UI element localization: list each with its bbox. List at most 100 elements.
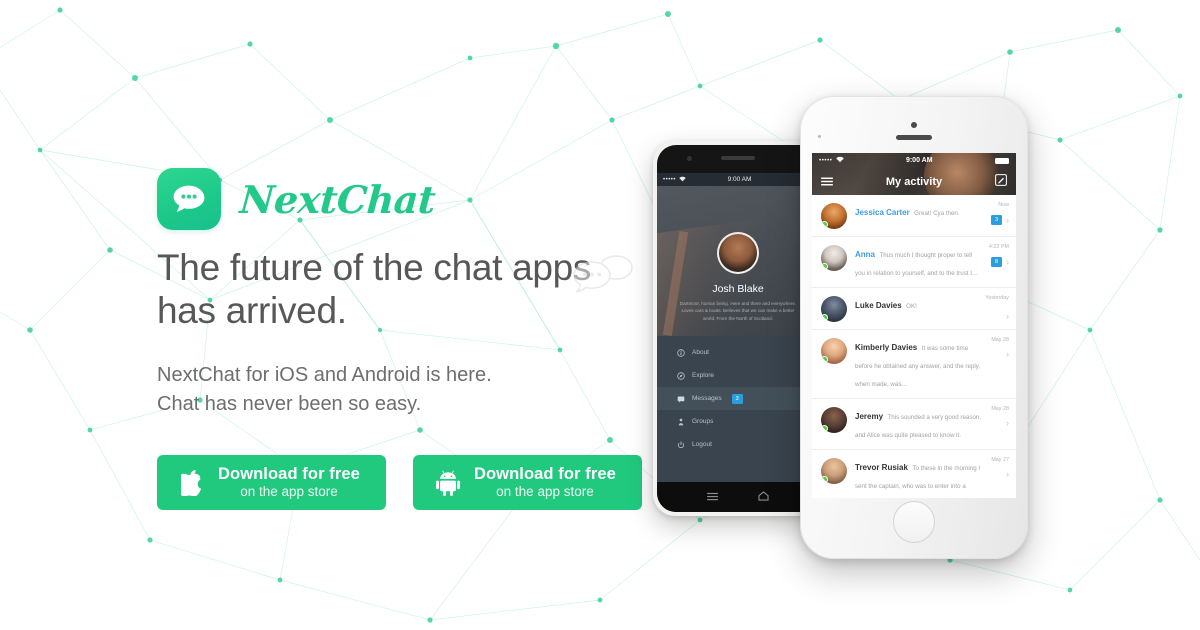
bio-line-2: Loves cars & boats. Believes that we can…	[681, 308, 795, 314]
hero-landing-page: NextChat The future of the chat apps has…	[0, 0, 1200, 630]
iphone-mockup: ••••• 9:00 AM My activity Jessica Carter…	[800, 96, 1028, 559]
avatar	[821, 407, 847, 433]
android-status-bar: ••••• 9:00 AM	[657, 173, 819, 186]
download-ios-subtitle: on the app store	[240, 484, 338, 500]
row-accessories: 3 ›	[991, 215, 1009, 225]
brand-row: NextChat	[157, 168, 677, 230]
download-android-subtitle: on the app store	[496, 484, 594, 500]
chat-bubble-icon	[173, 185, 205, 212]
contact-name: Trevor Rusiak	[855, 463, 908, 472]
bio-line-3: world. From the North of Scotland.	[703, 315, 773, 321]
android-top-bezel	[657, 145, 819, 173]
android-icon	[435, 470, 461, 496]
contact-name: Jessica Carter	[855, 208, 910, 217]
android-phone-body: ••••• 9:00 AM Josh Blake Dartmoor, human…	[657, 145, 819, 512]
avatar	[821, 338, 847, 364]
android-earpiece-speaker	[721, 156, 755, 160]
list-item[interactable]: Luke Davies OK! Yesterday ›	[812, 288, 1016, 330]
row-accessories: ›	[1006, 419, 1009, 428]
brand-wordmark: NextChat	[238, 176, 437, 222]
android-menu-item-messages[interactable]: Messages 3	[657, 387, 819, 410]
android-menu-label-logout: Logout	[692, 441, 712, 448]
list-item[interactable]: Jessica Carter Great! Cya then. Now 3 ›	[812, 195, 1016, 237]
double-speech-bubble-icon	[573, 255, 633, 293]
download-android-button[interactable]: Download for free on the app store	[412, 455, 642, 510]
message-timestamp: May 28	[991, 337, 1009, 343]
message-text: Trevor Rusiak To these in the morning I …	[855, 457, 1008, 498]
contact-name: Luke Davies	[855, 301, 902, 310]
android-wifi-icon	[679, 176, 686, 184]
chevron-right-icon: ›	[1006, 214, 1009, 225]
headline-line-1: The future of the chat apps	[157, 247, 592, 288]
power-icon	[677, 441, 692, 449]
bio-line-1: Dartmoor, human being. Here and there an…	[679, 301, 797, 306]
android-menu-item-logout[interactable]: Logout	[657, 433, 819, 456]
android-phone-mockup: ••••• 9:00 AM Josh Blake Dartmoor, human…	[653, 141, 823, 516]
compose-icon[interactable]	[995, 173, 1007, 191]
android-nav-menu: About Explore Messages 3 Groups Logout	[657, 336, 819, 482]
iphone-sensor-icon	[818, 135, 821, 138]
status-badge: 3	[991, 215, 1002, 225]
message-icon	[677, 395, 692, 403]
android-menu-item-about[interactable]: About	[657, 341, 819, 364]
message-timestamp: Yesterday	[985, 295, 1009, 301]
iphone-screen: ••••• 9:00 AM My activity Jessica Carter…	[812, 153, 1016, 498]
list-item[interactable]: Trevor Rusiak To these in the morning I …	[812, 450, 1016, 498]
avatar	[821, 245, 847, 271]
group-icon	[677, 418, 692, 426]
chevron-right-icon: ›	[1006, 311, 1009, 321]
download-android-title: Download for free	[473, 464, 616, 483]
android-menu-label-explore: Explore	[692, 372, 715, 379]
contact-name: Anna	[855, 250, 875, 259]
android-menu-item-explore[interactable]: Explore	[657, 364, 819, 387]
menu-icon[interactable]	[707, 488, 718, 506]
compass-icon	[677, 371, 692, 380]
subtext-line-2: Chat has never been so easy.	[157, 393, 422, 415]
info-icon	[677, 348, 692, 357]
android-menu-label-groups: Groups	[692, 418, 714, 425]
android-profile-name: Josh Blake	[712, 283, 764, 295]
android-profile-bio: Dartmoor, human being. Here and there an…	[667, 300, 809, 322]
contact-name: Jeremy	[855, 412, 884, 421]
iphone-wifi-icon	[835, 156, 844, 165]
download-ios-labels: Download for free on the app store	[218, 465, 360, 500]
iphone-home-button[interactable]	[893, 501, 935, 543]
message-timestamp: 4:22 PM	[988, 244, 1009, 250]
apple-icon	[179, 469, 205, 496]
battery-full-icon	[995, 157, 1009, 164]
subtext-line-1: NextChat for iOS and Android is here.	[157, 364, 492, 386]
message-list[interactable]: Jessica Carter Great! Cya then. Now 3 › …	[812, 195, 1016, 498]
list-item[interactable]: Anna Thus much I thought proper to tell …	[812, 237, 1016, 288]
android-profile-avatar	[717, 232, 759, 274]
row-accessories: 8 ›	[991, 257, 1009, 267]
iphone-earpiece-speaker	[896, 135, 932, 140]
message-preview: Great! Cya then.	[914, 210, 960, 217]
android-screen: ••••• 9:00 AM Josh Blake Dartmoor, human…	[657, 173, 819, 482]
chevron-right-icon: ›	[1006, 418, 1009, 428]
row-accessories: ›	[1006, 312, 1009, 321]
iphone-status-bar: ••••• 9:00 AM	[812, 153, 1016, 168]
hamburger-icon[interactable]	[821, 173, 833, 191]
message-timestamp: May 27	[991, 457, 1009, 463]
list-item[interactable]: Kimberly Davies It was some time before …	[812, 330, 1016, 399]
avatar	[821, 203, 847, 229]
android-signal-icon: •••••	[663, 176, 677, 183]
message-text: Anna Thus much I thought proper to tell …	[855, 244, 1008, 280]
avatar	[821, 296, 847, 322]
list-item[interactable]: Jeremy This sounded a very good reason, …	[812, 399, 1016, 450]
message-preview: OK!	[906, 303, 917, 310]
row-accessories: ›	[1006, 350, 1009, 359]
message-timestamp: May 28	[991, 406, 1009, 412]
home-icon[interactable]	[758, 488, 769, 506]
iphone-app-header: ••••• 9:00 AM My activity	[812, 153, 1016, 195]
android-navigation-bar	[657, 482, 819, 512]
android-menu-item-groups[interactable]: Groups	[657, 410, 819, 433]
android-front-camera-icon	[687, 156, 692, 161]
download-button-row: Download for free on the app store Downl…	[157, 455, 677, 510]
iphone-screen-title: My activity	[885, 175, 943, 188]
android-clock: 9:00 AM	[727, 176, 752, 183]
iphone-front-camera-icon	[911, 122, 917, 128]
message-timestamp: Now	[998, 202, 1009, 208]
android-menu-label-messages: Messages	[692, 395, 722, 402]
download-ios-button[interactable]: Download for free on the app store	[157, 455, 386, 510]
